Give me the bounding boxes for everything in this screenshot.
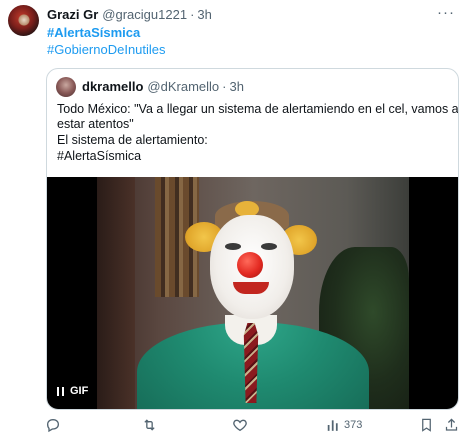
share-button[interactable] <box>444 413 459 437</box>
pause-icon[interactable] <box>57 386 64 396</box>
separator-dot: · <box>190 7 195 22</box>
reply-button[interactable] <box>45 413 61 437</box>
hashtag-link[interactable]: #AlertaSísmica <box>47 25 140 41</box>
bookmark-button[interactable] <box>419 413 434 437</box>
hashtag-link[interactable]: #GobiernoDeInutiles <box>47 42 166 58</box>
quoted-author-handle: @dKramello <box>147 79 220 94</box>
gif-pause-control[interactable]: GIF <box>57 382 88 400</box>
reply-icon <box>46 418 60 433</box>
quoted-author-name: dkramello <box>82 79 144 94</box>
clown-nose <box>237 252 263 278</box>
avatar[interactable] <box>8 5 39 36</box>
quoted-header: dkramello @dKramello · 3h <box>82 79 244 95</box>
quoted-tweet[interactable]: dkramello @dKramello · 3h Todo México: "… <box>46 68 459 410</box>
gif-frame <box>97 177 409 409</box>
views-icon <box>327 420 338 431</box>
quoted-text-line: estar atentos" <box>57 117 134 131</box>
heart-icon <box>233 419 247 432</box>
views-button[interactable]: 373 <box>326 413 362 437</box>
author-handle[interactable]: @gracigu1221 <box>102 7 187 23</box>
tweet[interactable]: Grazi Gr @gracigu1221 · 3h ··· #AlertaSí… <box>0 0 473 445</box>
quoted-text-line: El sistema de alertamiento: <box>57 133 208 147</box>
timestamp[interactable]: 3h <box>197 7 211 23</box>
bookmark-icon <box>422 418 431 432</box>
gif-label: GIF <box>70 385 89 397</box>
quoted-hashtag: #AlertaSísmica <box>57 149 142 163</box>
separator-dot: · <box>222 79 227 94</box>
more-options-icon[interactable]: ··· <box>434 3 458 21</box>
like-button[interactable] <box>232 413 248 437</box>
tweet-header: Grazi Gr @gracigu1221 · 3h <box>47 7 212 23</box>
quoted-avatar <box>56 77 76 97</box>
author-name[interactable]: Grazi Gr <box>47 7 98 23</box>
quoted-timestamp: 3h <box>229 79 244 94</box>
views-count: 373 <box>344 419 363 431</box>
gif-media[interactable]: GIF <box>47 177 458 409</box>
clown-eye-left <box>225 243 241 250</box>
retweet-icon <box>144 419 155 431</box>
retweet-button[interactable] <box>141 413 158 437</box>
action-bar: 373 <box>0 413 473 437</box>
quoted-text-line: Todo México: "Va a llegar un sistema de … <box>57 102 459 116</box>
background-door <box>97 177 135 409</box>
share-icon <box>445 418 458 431</box>
clown-eye-right <box>261 243 277 250</box>
